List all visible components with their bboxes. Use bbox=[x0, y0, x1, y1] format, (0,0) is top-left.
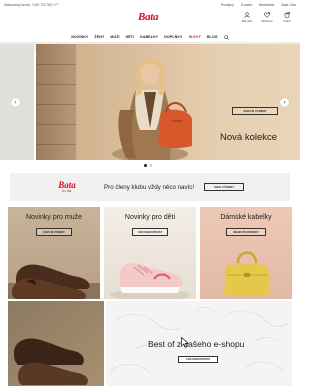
tile-kids[interactable]: Novinky pro děti CHCI NAKUPOVAT bbox=[104, 207, 196, 299]
account-label: Můj účet bbox=[241, 19, 253, 23]
hero-slide[interactable]: Nová kolekce CHCI SI VYBRAT bbox=[36, 44, 300, 160]
club-logo: Bata CLUB bbox=[52, 180, 82, 194]
top-utility-bar: Zákaznický servis: +420 721 000 177 Prod… bbox=[0, 0, 300, 9]
search-icon[interactable] bbox=[223, 34, 229, 40]
hero-wall-decor bbox=[36, 44, 76, 160]
promo-eshop-banner[interactable]: Best of z našeho e-shopu CHCI NAKUPOVAT bbox=[106, 301, 292, 386]
utility-link-contact[interactable]: Kontakt bbox=[241, 3, 252, 7]
handbag-image bbox=[224, 251, 270, 296]
promo-cta-button[interactable]: CHCI NAKUPOVAT bbox=[178, 356, 218, 363]
club-banner[interactable]: Bata CLUB Pro členy klubu vždy něco naví… bbox=[10, 173, 290, 201]
utility-link-club[interactable]: Bata Club bbox=[282, 3, 296, 7]
club-logo-sub: CLUB bbox=[62, 190, 72, 193]
nav-item-new[interactable]: NOVINKY bbox=[71, 35, 88, 39]
carousel-dot-2[interactable] bbox=[149, 164, 152, 167]
promo-row: Best of z našeho e-shopu CHCI NAKUPOVAT bbox=[8, 301, 292, 386]
nav-item-women[interactable]: ŽENY bbox=[94, 35, 104, 39]
tile-bags[interactable]: Dámské kabelky OBJEVTE NOVINKY bbox=[200, 207, 292, 299]
promo-shoes-image bbox=[14, 338, 88, 385]
favorites-label: Oblíbené bbox=[261, 19, 273, 23]
nav-item-men[interactable]: MUŽI bbox=[110, 35, 119, 39]
account-link[interactable]: Můj účet bbox=[240, 12, 254, 23]
mouse-cursor-icon bbox=[181, 337, 189, 348]
tile-men[interactable]: Novinky pro muže CHCI SI VYBRAT bbox=[8, 207, 100, 299]
chevron-right-icon: › bbox=[283, 99, 286, 106]
cart-icon bbox=[284, 12, 290, 18]
cart-link[interactable]: Košík bbox=[280, 12, 294, 23]
carousel-next-button[interactable]: › bbox=[280, 98, 289, 107]
men-shoes-image bbox=[8, 264, 100, 299]
nav-item-accessories[interactable]: DOPLŇKY bbox=[164, 35, 182, 39]
hero-carousel: Nová kolekce CHCI SI VYBRAT ‹ › bbox=[0, 44, 300, 160]
hotline-text: Zákaznický servis: +420 721 000 177 bbox=[4, 2, 59, 7]
tile-kids-title: Novinky pro děti bbox=[124, 214, 176, 221]
chevron-left-icon: ‹ bbox=[14, 99, 17, 106]
utility-link-stores[interactable]: Prodejny bbox=[221, 3, 234, 7]
tile-bags-button[interactable]: OBJEVTE NOVINKY bbox=[226, 228, 266, 236]
hero-cta-button[interactable]: CHCI SI VYBRAT bbox=[232, 107, 278, 115]
header-icons: Můj účet Oblíbené Košík bbox=[240, 12, 294, 23]
tile-bags-title: Dámské kabelky bbox=[220, 214, 272, 221]
kids-sneakers-image bbox=[110, 263, 190, 299]
category-tiles: Novinky pro muže CHCI SI VYBRAT Novinky … bbox=[8, 207, 292, 299]
site-header: Bata Můj účet Oblíbené Košík bbox=[0, 9, 300, 32]
nav-item-sale[interactable]: SLEVY bbox=[189, 35, 201, 39]
hero-title: Nová kolekce bbox=[220, 132, 278, 143]
main-nav: NOVINKY ŽENY MUŽI DĚTI KABELKY DOPLŇKY S… bbox=[0, 32, 300, 42]
promo-text: Best of z našeho e-shopu bbox=[148, 339, 245, 349]
carousel-dot-1[interactable] bbox=[144, 164, 147, 167]
club-text: Pro členy klubu vždy něco navíc! bbox=[104, 183, 195, 191]
nav-item-bags[interactable]: KABELKY bbox=[140, 35, 158, 39]
heart-icon bbox=[264, 12, 270, 18]
hero-model-image bbox=[112, 59, 192, 160]
carousel-prev-button[interactable]: ‹ bbox=[11, 98, 20, 107]
tile-men-button[interactable]: CHCI SI VYBRAT bbox=[36, 228, 72, 236]
nav-item-blog[interactable]: BLOG bbox=[207, 35, 218, 39]
utility-link-newsletter[interactable]: Newsletter bbox=[259, 3, 275, 7]
user-icon bbox=[244, 12, 250, 18]
brand-logo[interactable]: Bata bbox=[138, 11, 159, 23]
tile-kids-button[interactable]: CHCI NAKUPOVAT bbox=[132, 228, 168, 236]
promo-image-left[interactable] bbox=[8, 301, 104, 386]
favorites-link[interactable]: Oblíbené bbox=[260, 12, 274, 23]
club-cta-button[interactable]: CHCI VÝHODY bbox=[204, 183, 245, 191]
utility-links: Prodejny Kontakt Newsletter Bata Club bbox=[221, 3, 296, 7]
cart-label: Košík bbox=[283, 19, 291, 23]
tile-men-title: Novinky pro muže bbox=[25, 214, 83, 221]
nav-item-kids[interactable]: DĚTI bbox=[126, 35, 135, 39]
carousel-dots bbox=[144, 164, 152, 167]
club-logo-wordmark: Bata bbox=[58, 180, 76, 190]
